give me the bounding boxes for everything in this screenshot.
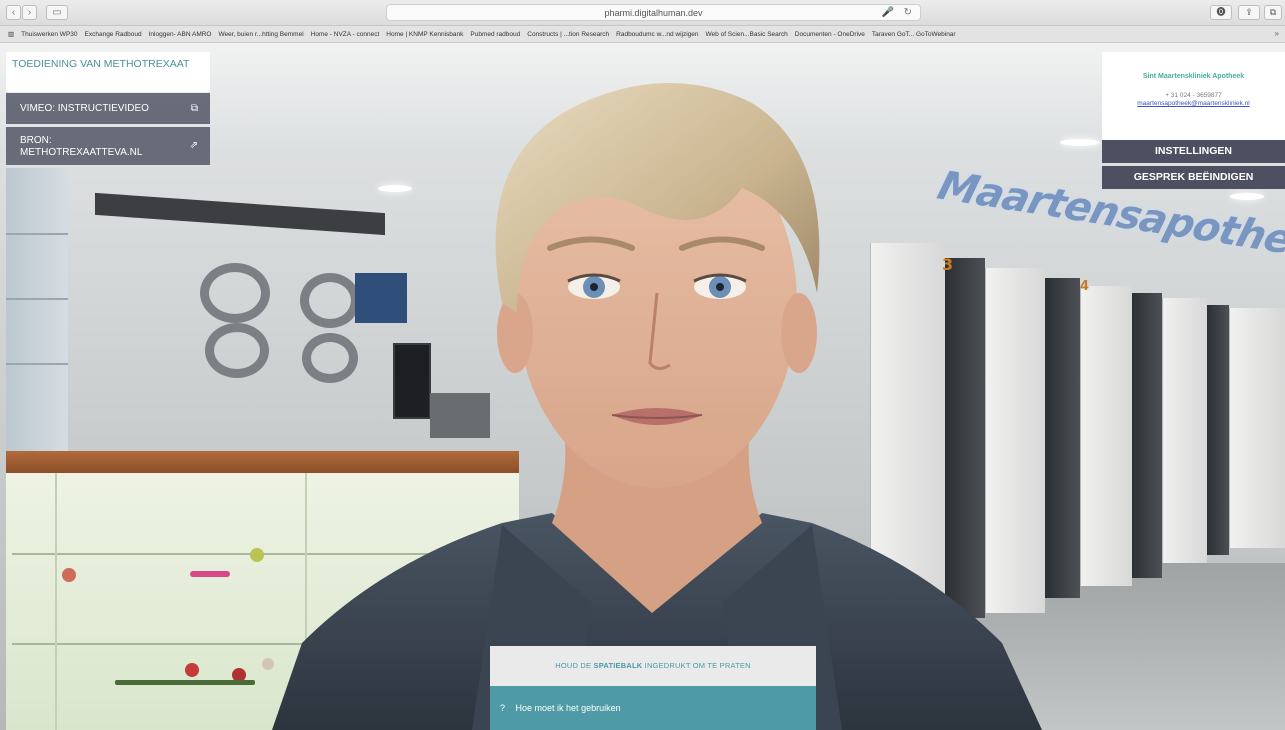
- bookmark-item[interactable]: Weer, buien r...htting Bemmel: [219, 31, 304, 38]
- settings-button[interactable]: INSTELLINGEN: [1102, 140, 1285, 163]
- pharmacy-email-link[interactable]: maartensapotheek@maartenskliniek.nl: [1102, 100, 1285, 107]
- bookmarks-bar: ▥ Thuiswerken WP30 Exchange Radboud Inlo…: [0, 26, 1285, 43]
- pillar: [1162, 298, 1207, 563]
- browser-toolbar: ‹ › ▭ pharmi.digitalhuman.dev 🎤 ↻ ⓿ ⇪ ⧉: [0, 0, 1285, 26]
- shelf: [6, 363, 68, 365]
- bookmark-item[interactable]: Inloggen- ABN AMRO: [149, 31, 212, 38]
- reload-icon[interactable]: ↻: [904, 5, 912, 21]
- ceiling-light: [1230, 193, 1264, 200]
- bookmark-item[interactable]: Home - NVZA - connect: [311, 31, 380, 38]
- dispensing-spiral: [205, 323, 269, 378]
- bookmarks-overflow-icon[interactable]: »: [1275, 29, 1279, 38]
- bookmark-item[interactable]: Documenten - OneDrive: [795, 31, 865, 38]
- pillar: [1229, 308, 1285, 548]
- counter-number: 4: [1080, 279, 1090, 294]
- flower-decoration: [190, 571, 230, 577]
- external-video-icon: ⧉: [190, 103, 198, 114]
- bookmark-item[interactable]: Radboudumc w...nd wijzigen: [616, 31, 698, 38]
- pharmacy-name: Sint Maartenskliniek Apotheek: [1142, 73, 1245, 80]
- shelf: [6, 233, 68, 235]
- privacy-shield-icon[interactable]: ⓿: [1210, 5, 1232, 20]
- tabs-icon[interactable]: ⧉: [1264, 5, 1282, 20]
- hint-text-before: HOUD DE: [555, 661, 592, 670]
- pharmacist-avatar: [272, 83, 1042, 730]
- counter-opening: [1045, 278, 1080, 598]
- sidebar-toggle-button[interactable]: ▭: [46, 5, 68, 20]
- microphone-icon[interactable]: 🎤: [882, 5, 894, 21]
- external-link-icon: ⇗: [189, 140, 198, 151]
- forward-button[interactable]: ›: [22, 5, 37, 20]
- flower-decoration: [62, 568, 76, 582]
- push-to-talk-hint: HOUD DE SPATIEBALK INGEDRUKT OM TE PRATE…: [490, 646, 816, 686]
- back-button[interactable]: ‹: [6, 5, 21, 20]
- hint-text-after: INGEDRUKT OM TE PRATEN: [644, 661, 751, 670]
- shelf: [6, 298, 68, 300]
- source-link-label: BRON: METHOTREXAATTEVA.NL: [20, 135, 143, 158]
- bookmark-item[interactable]: Exchange Radboud: [85, 31, 142, 38]
- counter-opening: [1207, 305, 1229, 555]
- end-conversation-button[interactable]: GESPREK BEËINDIGEN: [1102, 166, 1285, 189]
- address-text: pharmi.digitalhuman.dev: [604, 8, 703, 18]
- suggested-question[interactable]: ? Hoe moet ik het gebruiken: [490, 686, 816, 730]
- medicine-shelves: [6, 168, 68, 468]
- ceiling-light: [1060, 139, 1100, 146]
- counter-divider: [55, 473, 57, 730]
- question-text: Hoe moet ik het gebruiken: [515, 703, 621, 713]
- pillar: [1080, 286, 1132, 586]
- bookmark-item[interactable]: Thuiswerken WP30: [21, 31, 77, 38]
- hint-key: SPATIEBALK: [593, 661, 643, 670]
- vimeo-link-label: VIMEO: INSTRUCTIEVIDEO: [20, 103, 149, 114]
- vimeo-video-link[interactable]: VIMEO: INSTRUCTIEVIDEO ⧉: [6, 93, 210, 124]
- topic-title: TOEDIENING VAN METHOTREXAAT: [6, 52, 210, 92]
- address-bar[interactable]: pharmi.digitalhuman.dev 🎤 ↻: [386, 4, 921, 21]
- flower-stem: [115, 680, 255, 685]
- bookmarks-icon[interactable]: ▥: [8, 30, 14, 38]
- flower-decoration: [185, 663, 199, 677]
- pharmacy-contact-card: Sint Maartenskliniek Apotheek + 31 024 -…: [1102, 52, 1285, 140]
- dispensing-spiral: [200, 263, 270, 323]
- counter-opening: [1132, 293, 1162, 578]
- bookmark-item[interactable]: Pubmed radboud: [470, 31, 520, 38]
- bookmark-item[interactable]: Taraven GoT... GoToWebinar: [872, 31, 956, 38]
- question-icon: ?: [500, 703, 506, 713]
- bookmark-item[interactable]: Web of Scien...Basic Search: [706, 31, 788, 38]
- pharmacy-phone: + 31 024 - 3659877: [1165, 92, 1222, 99]
- bookmark-item[interactable]: Home | KNMP Kennisbank: [386, 31, 463, 38]
- share-icon[interactable]: ⇪: [1238, 5, 1260, 20]
- flower-decoration: [250, 548, 264, 562]
- bookmark-item[interactable]: Constructs | ...tion Research: [527, 31, 609, 38]
- source-website-link[interactable]: BRON: METHOTREXAATTEVA.NL ⇗: [6, 127, 210, 165]
